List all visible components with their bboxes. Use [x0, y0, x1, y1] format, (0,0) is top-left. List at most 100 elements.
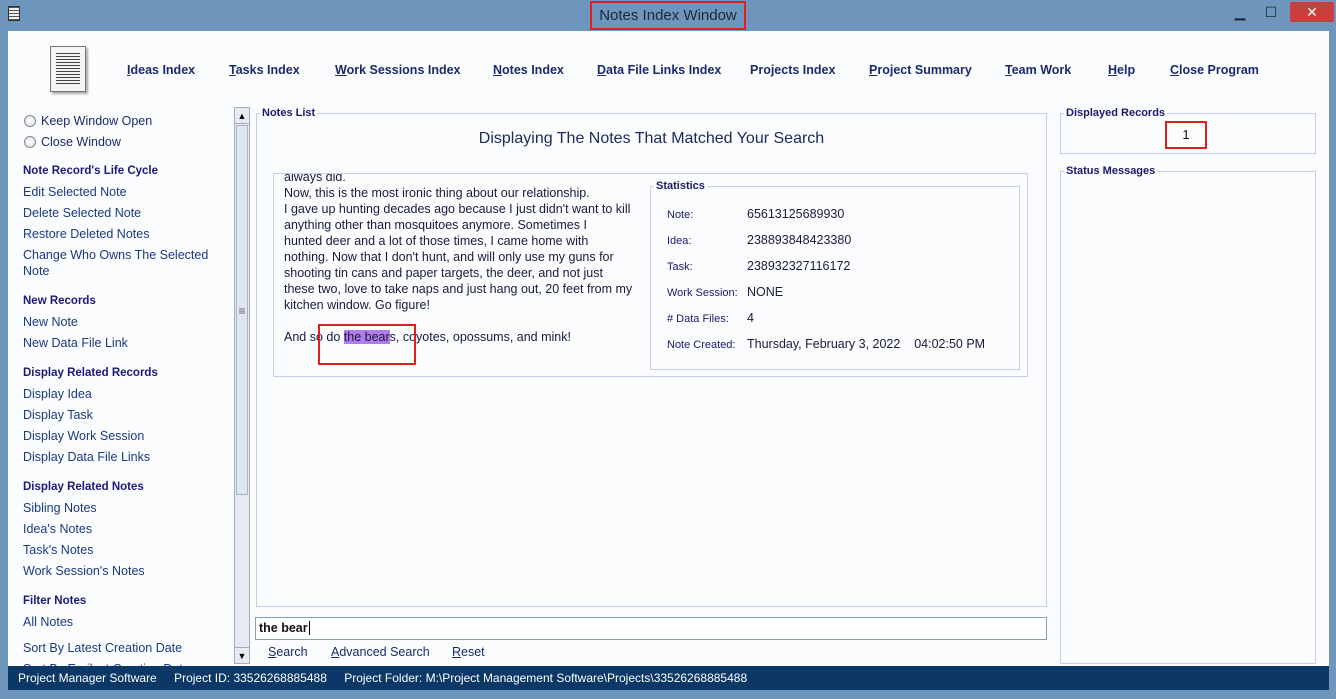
label-text: roject Summary [877, 63, 972, 77]
sidebar-item-sibling-notes[interactable]: Sibling Notes [23, 498, 223, 519]
displayed-records-legend: Displayed Records [1066, 107, 1166, 119]
nav-work-sessions-index[interactable]: Work Sessions Index [335, 63, 461, 77]
title-bar: Notes Index Window ▁ ☐ ✕ [0, 0, 1336, 31]
radio-button-icon[interactable] [24, 135, 36, 148]
label-text: earch [276, 645, 308, 659]
note-text-segment: s, coyotes, opossums, and mink! [389, 330, 571, 344]
sidebar-item-display-data-file-links[interactable]: Display Data File Links [23, 447, 223, 468]
mnemonic: D [597, 63, 607, 77]
label-text: ork Sessions Index [346, 63, 461, 77]
label-text: eam Work [1011, 63, 1072, 77]
sidebar-item-new-note[interactable]: New Note [23, 312, 223, 333]
sidebar-item-edit-selected-note[interactable]: Edit Selected Note [23, 182, 223, 203]
sidebar-item-display-task[interactable]: Display Task [23, 405, 223, 426]
stat-label: # Data Files: [667, 313, 729, 325]
sidebar-item-display-work-session[interactable]: Display Work Session [23, 426, 223, 447]
radio-button-icon[interactable] [24, 114, 36, 127]
scroll-thumb[interactable]: ≡ [236, 125, 248, 495]
search-input-value: the bear [259, 621, 308, 635]
sidebar-item-restore-deleted-notes[interactable]: Restore Deleted Notes [23, 224, 223, 245]
stat-label: Work Session: [667, 287, 738, 299]
project-folder: M:\Project Management Software\Projects\… [425, 671, 748, 685]
stat-label: Idea: [667, 235, 692, 247]
note-text-line: hunted deer and a lot of those times, I … [284, 234, 589, 248]
label-text: Projects Index [750, 63, 836, 77]
label-text: deas Index [130, 63, 196, 77]
note-text-line: I gave up hunting decades ago because I … [284, 202, 631, 216]
note-text-line: nothing. Now that I don't hunt, and will… [284, 250, 614, 264]
sidebar-heading: Filter Notes [23, 595, 87, 607]
mnemonic: N [493, 63, 503, 77]
sidebar-item-new-data-file-link[interactable]: New Data File Link [23, 333, 223, 354]
sidebar-item-sort-by-latest-creation-date[interactable]: Sort By Latest Creation Date [23, 638, 223, 659]
note-text-line: kitchen window. Go figure! [284, 298, 430, 312]
note-text-line: shooting tin cans and paper targets, the… [284, 266, 603, 280]
nav-help[interactable]: Help [1108, 63, 1135, 77]
sidebar-item-work-session-s-notes[interactable]: Work Session's Notes [23, 561, 223, 582]
stat-value: NONE [747, 285, 784, 299]
nav-tasks-index[interactable]: Tasks Index [229, 63, 300, 77]
status-messages-legend: Status Messages [1066, 165, 1156, 177]
stat-label: Note: [667, 209, 694, 221]
label-text: elp [1117, 63, 1136, 77]
nav-close-program[interactable]: Close Program [1170, 63, 1259, 77]
search-input[interactable]: the bear [255, 617, 1047, 640]
sidebar-heading: Display Related Records [23, 367, 158, 379]
mnemonic: R [452, 645, 462, 659]
nav-projects-index[interactable]: Projects Index [750, 63, 835, 77]
note-text-line: Now, this is the most ironic thing about… [284, 186, 590, 200]
label-text: asks Index [235, 63, 300, 77]
note-text-line: these two, love to take naps and just ha… [284, 282, 633, 296]
sidebar-item-delete-selected-note[interactable]: Delete Selected Note [23, 203, 223, 224]
nav-project-summary[interactable]: Project Summary [869, 63, 972, 77]
radio-keep-window-open[interactable]: Keep Window Open [23, 110, 223, 131]
advanced-search-button[interactable]: Advanced Search [331, 645, 430, 659]
displayed-records-count: 1 [1165, 121, 1207, 149]
close-window-button[interactable]: ✕ [1290, 2, 1334, 22]
mnemonic: W [335, 63, 347, 77]
sidebar-item-all-notes[interactable]: All Notes [23, 612, 223, 633]
radio-close-window[interactable]: Close Window [23, 131, 223, 152]
stat-label: Note Created: [667, 339, 736, 351]
mnemonic: H [1108, 63, 1118, 77]
status-messages-panel: Status Messages [1060, 165, 1316, 664]
note-text[interactable]: always did. Now, this is the most ironic … [284, 173, 634, 345]
nav-ideas-index[interactable]: Ideas Index [127, 63, 195, 77]
nav-data-file-links-index[interactable]: Data File Links Index [597, 63, 721, 77]
stat-value: 4 [747, 311, 754, 325]
label-text: ata File Links Index [606, 63, 722, 77]
scroll-down-arrow-icon[interactable]: ▼ [235, 647, 249, 663]
sidebar-item-display-idea[interactable]: Display Idea [23, 384, 223, 405]
radio-label: Keep Window Open [41, 113, 153, 128]
search-button[interactable]: Search [268, 645, 308, 659]
project-id: 33526268885488 [233, 671, 327, 685]
notes-list-heading: Displaying The Notes That Matched Your S… [478, 130, 825, 147]
nav-notes-index[interactable]: Notes Index [493, 63, 564, 77]
stat-value: Thursday, February 3, 2022 04:02:50 PM [747, 337, 986, 351]
highlight-annotation-box [318, 324, 416, 365]
sidebar-item-idea-s-notes[interactable]: Idea's Notes [23, 519, 223, 540]
label-text: otes Index [502, 63, 564, 77]
maximize-button[interactable]: ☐ [1256, 2, 1286, 22]
mnemonic: C [1170, 63, 1180, 77]
notes-list-legend: Notes List [262, 107, 316, 119]
nav-team-work[interactable]: Team Work [1005, 63, 1071, 77]
minimize-button[interactable]: ▁ [1225, 2, 1255, 22]
status-bar: Project Manager Software Project ID: 335… [8, 666, 1329, 690]
notes-document-icon [50, 46, 86, 92]
sidebar-scrollbar[interactable]: ▲ ≡ ▼ [234, 107, 250, 664]
statistics-legend: Statistics [656, 180, 705, 192]
note-text-line: always did. [284, 173, 346, 184]
scroll-up-arrow-icon[interactable]: ▲ [235, 108, 249, 124]
sidebar-item-change-who-owns-the-selected-note[interactable]: Change Who Owns The Selected Note [23, 245, 223, 282]
reset-button[interactable]: Reset [452, 645, 485, 659]
label-text: lose Program [1179, 63, 1259, 77]
stat-value: 65613125689930 [747, 207, 845, 221]
sidebar-item-task-s-notes[interactable]: Task's Notes [23, 540, 223, 561]
project-folder-label: Project Folder: [344, 671, 423, 685]
mnemonic: T [229, 63, 236, 77]
label-text: dvanced Search [339, 645, 430, 659]
app-icon [8, 6, 20, 21]
stat-value: 238932327116172 [747, 259, 851, 273]
radio-label: Close Window [41, 134, 121, 149]
